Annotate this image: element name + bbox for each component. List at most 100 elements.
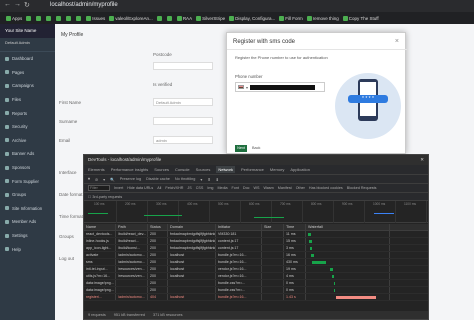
sidebar-item-security[interactable]: Security — [0, 120, 55, 134]
column-header-initiator[interactable]: Initiator — [216, 224, 262, 230]
toolbar-item[interactable]: ⏺ — [88, 177, 90, 181]
cell-name[interactable]: data:image/png... — [84, 280, 116, 286]
cell-name[interactable]: registeri... — [84, 294, 116, 300]
chevron-down-icon[interactable]: ▾ — [246, 85, 248, 90]
bookmark-item[interactable]: Issues — [86, 14, 105, 22]
cell-initiator[interactable]: bundle.js?m=16... — [216, 252, 262, 258]
toolbar-item[interactable]: ▾ — [103, 177, 105, 182]
column-header-name[interactable]: Name — [84, 224, 116, 230]
filter-has-blocked-cookies[interactable]: Has blocked cookies — [309, 186, 343, 190]
third-party-toggle[interactable]: ☐ 3rd-party requests — [84, 193, 428, 201]
column-header-status[interactable]: Status — [148, 224, 168, 230]
bookmark-item[interactable] — [46, 14, 52, 22]
cell-initiator[interactable]: vendor.js?m=16... — [216, 273, 262, 279]
forward-icon[interactable]: → — [14, 1, 21, 8]
cell-name[interactable]: data:image/png... — [84, 287, 116, 293]
back-icon[interactable]: ← — [4, 1, 11, 8]
column-header-waterfall[interactable]: Waterfall — [306, 224, 390, 230]
first-name-input[interactable]: Default Admin — [153, 98, 213, 106]
bookmark-item[interactable] — [156, 14, 163, 22]
bookmark-item[interactable]: Fill Form — [279, 14, 303, 22]
bookmark-item[interactable] — [26, 14, 32, 22]
toolbar-item[interactable]: Disable cache — [146, 177, 170, 181]
cell-initiator[interactable]: bundle.js?m=16... — [216, 294, 262, 300]
sidebar-item-archive[interactable]: Archive — [0, 134, 55, 148]
filter-other[interactable]: Other — [296, 186, 305, 190]
tab-performance-insights[interactable]: Performance insights — [111, 167, 149, 172]
bookmark-item[interactable] — [76, 14, 82, 22]
cell-name[interactable]: activate — [84, 252, 116, 258]
filter-ws[interactable]: WS — [253, 186, 259, 190]
table-row[interactable]: registeri.../admin/automo... 404 localhost… — [84, 294, 428, 301]
filter-manifest[interactable]: Manifest — [278, 186, 292, 190]
toolbar-item[interactable]: ⊘ — [95, 177, 98, 182]
tab-elements[interactable]: Elements — [88, 167, 105, 172]
phone-value-redacted[interactable] — [250, 84, 316, 90]
tab-network[interactable]: Network — [216, 166, 235, 173]
sidebar-item-banner-ads[interactable]: Banner Ads — [0, 147, 55, 161]
column-header-path[interactable]: Path — [116, 224, 148, 230]
table-row[interactable]: app_icon-light.../build/icons/... 200 fmka… — [84, 245, 428, 252]
table-row[interactable]: react_devtools.../build/react_dev... 200 f… — [84, 231, 428, 238]
surname-input[interactable] — [153, 117, 213, 125]
filter-media[interactable]: Media — [217, 186, 227, 190]
filter-css[interactable]: CSS — [196, 186, 204, 190]
bookmark-item[interactable] — [56, 14, 62, 22]
network-overview[interactable]: 100 ms 200 ms 300 ms 400 ms 500 ms 600 ms 700 … — [84, 201, 428, 223]
tab-application[interactable]: Application — [290, 167, 310, 172]
bookmark-item[interactable]: SilverStripe — [196, 14, 225, 22]
toolbar-item[interactable]: ⬆ — [207, 177, 210, 182]
back-button[interactable]: Back — [252, 145, 260, 152]
filter-js[interactable]: JS — [187, 186, 191, 190]
cell-initiator[interactable]: VM330:181 — [216, 231, 262, 237]
tab-sources[interactable]: Sources — [154, 167, 169, 172]
email-input[interactable]: admin — [153, 136, 213, 144]
sidebar-item-help[interactable]: Help — [0, 242, 55, 256]
sidebar-item-form-supplier[interactable]: Form Supplier — [0, 174, 55, 188]
filter-all[interactable]: All — [157, 186, 161, 190]
tab-sources[interactable]: Sources — [196, 167, 211, 172]
table-row[interactable]: sms/admin/automo... 200 localhost bundle.js… — [84, 259, 428, 266]
filter-hide-data-urls[interactable]: Hide data URLs — [127, 186, 153, 190]
current-user[interactable]: Default Admin — [0, 38, 55, 52]
column-header-domain[interactable]: Domain — [168, 224, 216, 230]
logout-label[interactable]: Log out — [59, 256, 74, 261]
cell-name[interactable]: react_devtools... — [84, 231, 116, 237]
cell-name[interactable]: sms — [84, 259, 116, 265]
toolbar-item[interactable]: Preserve log — [120, 177, 141, 181]
tab-memory[interactable]: Memory — [270, 167, 284, 172]
bookmark-item[interactable]: Apps — [6, 14, 22, 22]
flag-icon[interactable] — [238, 85, 244, 89]
cell-name[interactable]: utils.js?m=16... — [84, 273, 116, 279]
table-row[interactable]: utils.js?m=16.../resources/ven... 200 loca… — [84, 273, 428, 280]
bookmark-item[interactable] — [36, 14, 42, 22]
toolbar-item[interactable]: ▾ — [200, 177, 202, 182]
toolbar-item[interactable]: No throttling — [175, 177, 195, 181]
column-header-size[interactable]: Size — [262, 224, 284, 230]
filter-font[interactable]: Font — [232, 186, 239, 190]
cell-name[interactable]: inline-hooks.js — [84, 238, 116, 244]
sidebar-item-groups[interactable]: Groups — [0, 188, 55, 202]
url-field[interactable]: localhost/admin/myprofile — [50, 2, 118, 8]
cell-initiator[interactable]: content.js:17 — [216, 245, 262, 251]
bookmark-item[interactable]: RAA — [176, 14, 192, 22]
tab-performance[interactable]: Performance — [241, 167, 264, 172]
table-row[interactable]: data:image/png... 200 bundle.css?m=... 0 ms — [84, 287, 428, 294]
cell-initiator[interactable]: bundle.js?m=16... — [216, 259, 262, 265]
close-icon[interactable]: × — [395, 38, 399, 45]
sidebar-item-sponsors[interactable]: Sponsors — [0, 161, 55, 175]
table-row[interactable]: intl-tel-input.../resources/ven... 200 loc… — [84, 266, 428, 273]
cell-name[interactable]: app_icon-light... — [84, 245, 116, 251]
bookmark-item[interactable]: Copy The Stuff — [342, 14, 379, 22]
sidebar-item-settings[interactable]: Settings — [0, 229, 55, 243]
table-row[interactable]: inline-hooks.js/build/react... 200 fmkadma… — [84, 238, 428, 245]
sidebar-item-member-ads[interactable]: Member Ads — [0, 215, 55, 229]
filter-img[interactable]: Img — [207, 186, 213, 190]
filter-fetch-xhr[interactable]: Fetch/XHR — [165, 186, 183, 190]
toolbar-item[interactable]: ⬇ — [216, 177, 219, 182]
filter-blocked-requests[interactable]: Blocked Requests — [347, 186, 377, 190]
sidebar-item-dashboard[interactable]: Dashboard — [0, 52, 55, 66]
cell-initiator[interactable]: content.js:17 — [216, 238, 262, 244]
bookmark-item[interactable]: remove thing — [306, 14, 339, 22]
cell-initiator[interactable]: vendor.js?m=16... — [216, 266, 262, 272]
